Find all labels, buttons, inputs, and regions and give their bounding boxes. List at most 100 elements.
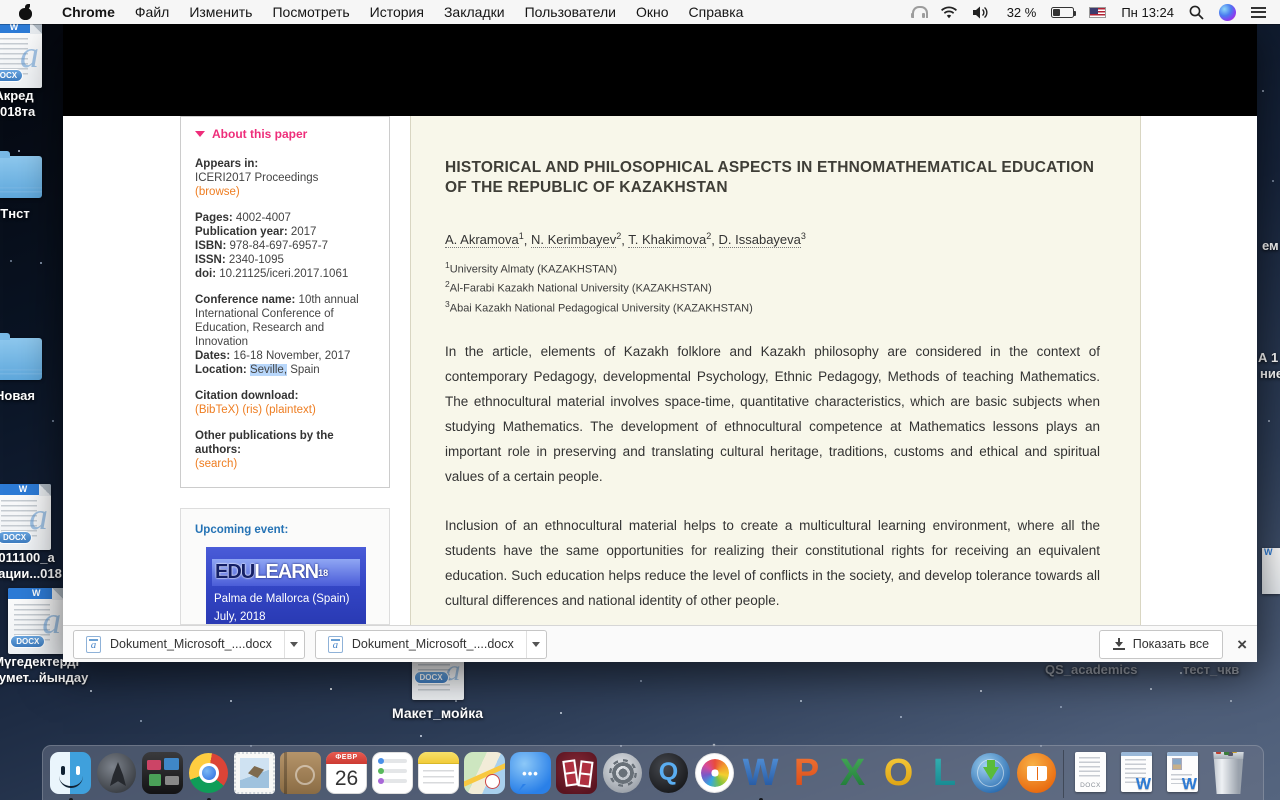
menu-history[interactable]: История — [360, 4, 434, 20]
about-paper-toggle[interactable]: About this paper — [195, 127, 375, 141]
paper-affiliations: 1University Almaty (KAZAKHSTAN) 2Al-Fara… — [445, 258, 1100, 315]
desktop-icon-0011100[interactable]: W aDOCX 0011100_aртации...018 — [0, 484, 62, 582]
show-all-downloads-button[interactable]: Показать все — [1099, 630, 1223, 659]
appears-in-label: Appears in: — [195, 158, 258, 170]
desktop-edge-docx-icon — [1262, 548, 1280, 594]
spotlight-search-icon[interactable] — [1189, 5, 1204, 20]
author-link[interactable]: T. Khakimova — [628, 232, 706, 248]
dock-lync-icon[interactable]: L — [922, 750, 967, 796]
dock-photo-booth-icon[interactable] — [554, 750, 599, 796]
menu-bookmarks[interactable]: Закладки — [434, 4, 515, 20]
location-label: Location: — [195, 364, 247, 376]
upcoming-event-panel: Upcoming event: EDULEARN18 Palma de Mall… — [180, 508, 390, 625]
desktop-label-test-chkv[interactable]: тест_чкв — [1183, 662, 1239, 678]
word-file-icon: a — [328, 636, 343, 653]
appears-in-value: ICERI2017 Proceedings — [195, 171, 375, 185]
menu-status-area: 32 % Пн 13:24 — [911, 4, 1280, 21]
year-label: Publication year: — [195, 226, 288, 238]
dock-notes-icon[interactable] — [416, 750, 461, 796]
dock-mission-control-icon[interactable] — [140, 750, 185, 796]
desktop-label-qs-academics[interactable]: QS_academics — [1045, 662, 1138, 678]
menu-app-name[interactable]: Chrome — [52, 4, 125, 20]
dock-ibooks-icon[interactable] — [1014, 750, 1059, 796]
dock-calendar-icon[interactable]: ФЕВР26 — [324, 750, 369, 796]
dock-docx-stack-icon[interactable]: DOCX — [1068, 750, 1113, 796]
plaintext-link[interactable]: (plaintext) — [265, 404, 316, 416]
pages-value: 4002-4007 — [236, 212, 291, 224]
dock-word-document-icon[interactable]: W — [1114, 750, 1159, 796]
year-value: 2017 — [291, 226, 317, 238]
download-icon — [1113, 638, 1125, 650]
search-authors-link[interactable]: (search) — [195, 457, 375, 471]
desktop-edge-label: ние — [1260, 366, 1280, 382]
dock-word-icon[interactable]: W — [738, 750, 783, 796]
menu-bar: Chrome Файл Изменить Посмотреть История … — [0, 0, 1280, 24]
collapse-triangle-icon — [195, 131, 205, 137]
notification-center-icon[interactable] — [1251, 7, 1266, 18]
siri-icon[interactable] — [1219, 4, 1236, 21]
other-publications-label: Other publications by the authors: — [195, 430, 334, 456]
dock-trash-icon[interactable] — [1206, 750, 1251, 796]
dock-download-manager-icon[interactable] — [968, 750, 1013, 796]
upcoming-event-title: Upcoming event: — [195, 523, 375, 537]
abstract-paragraph: Inclusion of an ethnocultural material h… — [445, 513, 1100, 613]
dock-photos-icon[interactable] — [692, 750, 737, 796]
desktop-icon-tnst[interactable]: Тнст — [0, 156, 42, 222]
affiliation: University Almaty (KAZAKHSTAN) — [450, 264, 617, 276]
dock-excel-icon[interactable]: X — [830, 750, 875, 796]
download-item-menu-button[interactable] — [284, 631, 304, 658]
volume-icon[interactable] — [973, 6, 992, 19]
close-downloads-bar-button[interactable]: × — [1237, 636, 1247, 653]
docx-file-icon: W aDOCX — [0, 22, 42, 88]
input-language-flag-icon[interactable] — [1089, 7, 1106, 18]
about-paper-panel: About this paper Appears in: ICERI2017 P… — [180, 116, 390, 488]
author-link[interactable]: N. Kerimbayev — [531, 232, 616, 248]
dock-mail-icon[interactable] — [232, 750, 277, 796]
location-rest-text: Spain — [287, 364, 320, 376]
dock-reminders-icon[interactable] — [370, 750, 415, 796]
desktop-icon-novaya[interactable]: Новая — [0, 338, 42, 404]
docx-file-icon: W aDOCX — [0, 484, 51, 550]
browse-link[interactable]: (browse) — [195, 185, 375, 199]
headphones-icon[interactable] — [911, 6, 925, 18]
isbn-value: 978-84-697-6957-7 — [230, 240, 328, 252]
menu-view[interactable]: Посмотреть — [262, 4, 359, 20]
dock-outlook-icon[interactable]: O — [876, 750, 921, 796]
menu-file[interactable]: Файл — [125, 4, 179, 20]
menu-clock[interactable]: Пн 13:24 — [1121, 5, 1174, 20]
affiliation: Al-Farabi Kazakh National University (KA… — [450, 283, 712, 295]
download-item-1[interactable]: a Dokument_Microsoft_....docx — [73, 630, 305, 659]
doi-label: doi: — [195, 268, 216, 280]
apple-menu-icon[interactable] — [19, 5, 32, 20]
dock-messages-icon[interactable]: ••• — [508, 750, 553, 796]
downloads-bar: a Dokument_Microsoft_....docx a Dokument… — [63, 625, 1257, 662]
ris-link[interactable]: (ris) — [242, 404, 262, 416]
bibtex-link[interactable]: (BibTeX) — [195, 404, 239, 416]
download-item-menu-button[interactable] — [526, 631, 546, 658]
dock-powerpoint-icon[interactable]: P — [784, 750, 829, 796]
issn-label: ISSN: — [195, 254, 226, 266]
dock-contacts-icon[interactable] — [278, 750, 323, 796]
dock-finder-icon[interactable] — [48, 750, 93, 796]
wifi-icon[interactable] — [940, 6, 958, 19]
dock-word-document-photo-icon[interactable]: W — [1160, 750, 1205, 796]
chevron-down-icon — [290, 642, 298, 647]
menu-window[interactable]: Окно — [626, 4, 679, 20]
menu-help[interactable]: Справка — [679, 4, 754, 20]
author-link[interactable]: A. Akramova — [445, 232, 519, 248]
menu-edit[interactable]: Изменить — [179, 4, 262, 20]
desktop-icon-akred[interactable]: W aDOCX Акред2018та — [0, 22, 42, 120]
edulearn-banner[interactable]: EDULEARN18 Palma de Mallorca (Spain) Jul… — [206, 547, 366, 625]
dock-chrome-icon[interactable] — [186, 750, 231, 796]
dock-maps-icon[interactable] — [462, 750, 507, 796]
desktop-edge-label: А 1 — [1258, 350, 1278, 366]
download-item-2[interactable]: a Dokument_Microsoft_....docx — [315, 630, 547, 659]
author-link[interactable]: D. Issabayeva — [719, 232, 801, 248]
folder-icon — [0, 338, 42, 380]
dock-launchpad-icon[interactable] — [94, 750, 139, 796]
battery-icon — [1051, 7, 1074, 18]
dock-system-preferences-icon[interactable] — [600, 750, 645, 796]
dock-quicktime-icon[interactable]: Q — [646, 750, 691, 796]
affiliation: Abai Kazakh National Pedagogical Univers… — [450, 302, 753, 314]
menu-users[interactable]: Пользователи — [515, 4, 626, 20]
